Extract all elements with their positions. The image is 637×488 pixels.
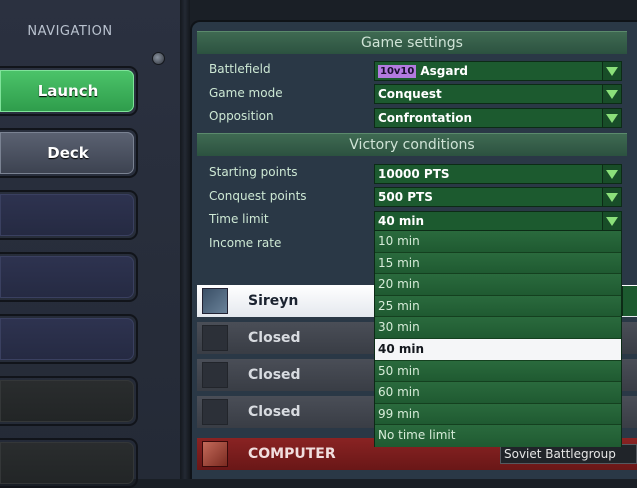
deck-button[interactable]: Deck (0, 128, 138, 178)
nav-slot-face (0, 380, 134, 422)
navigation-sidebar: NAVIGATION Launch Deck (0, 0, 180, 488)
time-limit-option[interactable]: 99 min (375, 403, 621, 426)
starting-points-select[interactable]: 10000 PTS (374, 164, 622, 184)
launch-button-label: Launch (37, 82, 99, 100)
time-limit-option[interactable]: No time limit (375, 425, 621, 447)
empty-avatar (202, 362, 228, 388)
nav-slot-button-4[interactable] (0, 252, 138, 302)
player-name: Closed (248, 367, 301, 383)
navigation-title: NAVIGATION (27, 24, 113, 39)
conquest-points-label: Conquest points (209, 189, 307, 203)
victory-conditions-header: Victory conditions (197, 133, 627, 156)
deck-button-label: Deck (47, 144, 89, 162)
conquest-points-value: 500 PTS (378, 190, 433, 204)
time-limit-option[interactable]: 60 min (375, 382, 621, 404)
starting-points-label: Starting points (209, 165, 298, 179)
time-limit-label: Time limit (209, 212, 269, 226)
nav-slot-face (0, 442, 134, 484)
empty-avatar (202, 325, 228, 351)
indicator-icon (152, 52, 165, 65)
chevron-down-icon (602, 165, 621, 183)
empty-avatar (202, 399, 228, 425)
game-settings-header: Game settings (197, 31, 627, 54)
opposition-select[interactable]: Confrontation (374, 108, 622, 128)
opposition-label: Opposition (209, 109, 274, 123)
time-limit-option[interactable]: 20 min (375, 274, 621, 296)
computer-avatar (202, 441, 228, 467)
player-name: COMPUTER (248, 446, 336, 462)
sidebar-divider (180, 0, 190, 479)
time-limit-dropdown-list: 10 min 15 min 20 min 25 min 30 min 40 min 50 m… (374, 230, 622, 447)
time-limit-select[interactable]: 40 min (374, 211, 622, 231)
player-name: Closed (248, 330, 301, 346)
battlefield-value: Asgard (420, 64, 468, 78)
player-name: Sireyn (248, 293, 299, 309)
income-rate-label: Income rate (209, 236, 282, 250)
time-limit-option[interactable]: 40 min (375, 338, 621, 361)
time-limit-option[interactable]: 15 min (375, 252, 621, 275)
nav-slot-face (0, 194, 134, 236)
launch-button[interactable]: Launch (0, 66, 138, 116)
chevron-down-icon (602, 212, 621, 230)
game-mode-select[interactable]: Conquest (374, 84, 622, 104)
nav-slot-button-5[interactable] (0, 314, 138, 364)
nav-slot-button-3[interactable] (0, 190, 138, 240)
time-limit-value: 40 min (378, 214, 425, 228)
battlefield-label: Battlefield (209, 62, 271, 76)
slot-dropdown-edge (622, 286, 637, 316)
nav-slot-face (0, 256, 134, 298)
nav-slot-button-7[interactable] (0, 438, 138, 488)
nav-slot-face (0, 318, 134, 360)
conquest-points-select[interactable]: 500 PTS (374, 187, 622, 207)
chevron-down-icon (602, 62, 621, 80)
starting-points-value: 10000 PTS (378, 167, 450, 181)
time-limit-option[interactable]: 10 min (375, 231, 621, 253)
chevron-down-icon (602, 85, 621, 103)
chevron-down-icon (602, 109, 621, 127)
time-limit-option[interactable]: 30 min (375, 317, 621, 339)
chevron-down-icon (602, 188, 621, 206)
time-limit-option[interactable]: 25 min (375, 295, 621, 318)
game-mode-value: Conquest (378, 87, 442, 101)
time-limit-option[interactable]: 50 min (375, 360, 621, 383)
player-name: Closed (248, 404, 301, 420)
game-mode-label: Game mode (209, 86, 283, 100)
computer-deck-select[interactable]: Soviet Battlegroup (500, 444, 637, 464)
opposition-value: Confrontation (378, 111, 472, 125)
nav-slot-button-6[interactable] (0, 376, 138, 426)
battlefield-select[interactable]: 10v10 Asgard (374, 61, 622, 81)
player-avatar (202, 288, 228, 314)
map-size-badge: 10v10 (378, 65, 417, 78)
